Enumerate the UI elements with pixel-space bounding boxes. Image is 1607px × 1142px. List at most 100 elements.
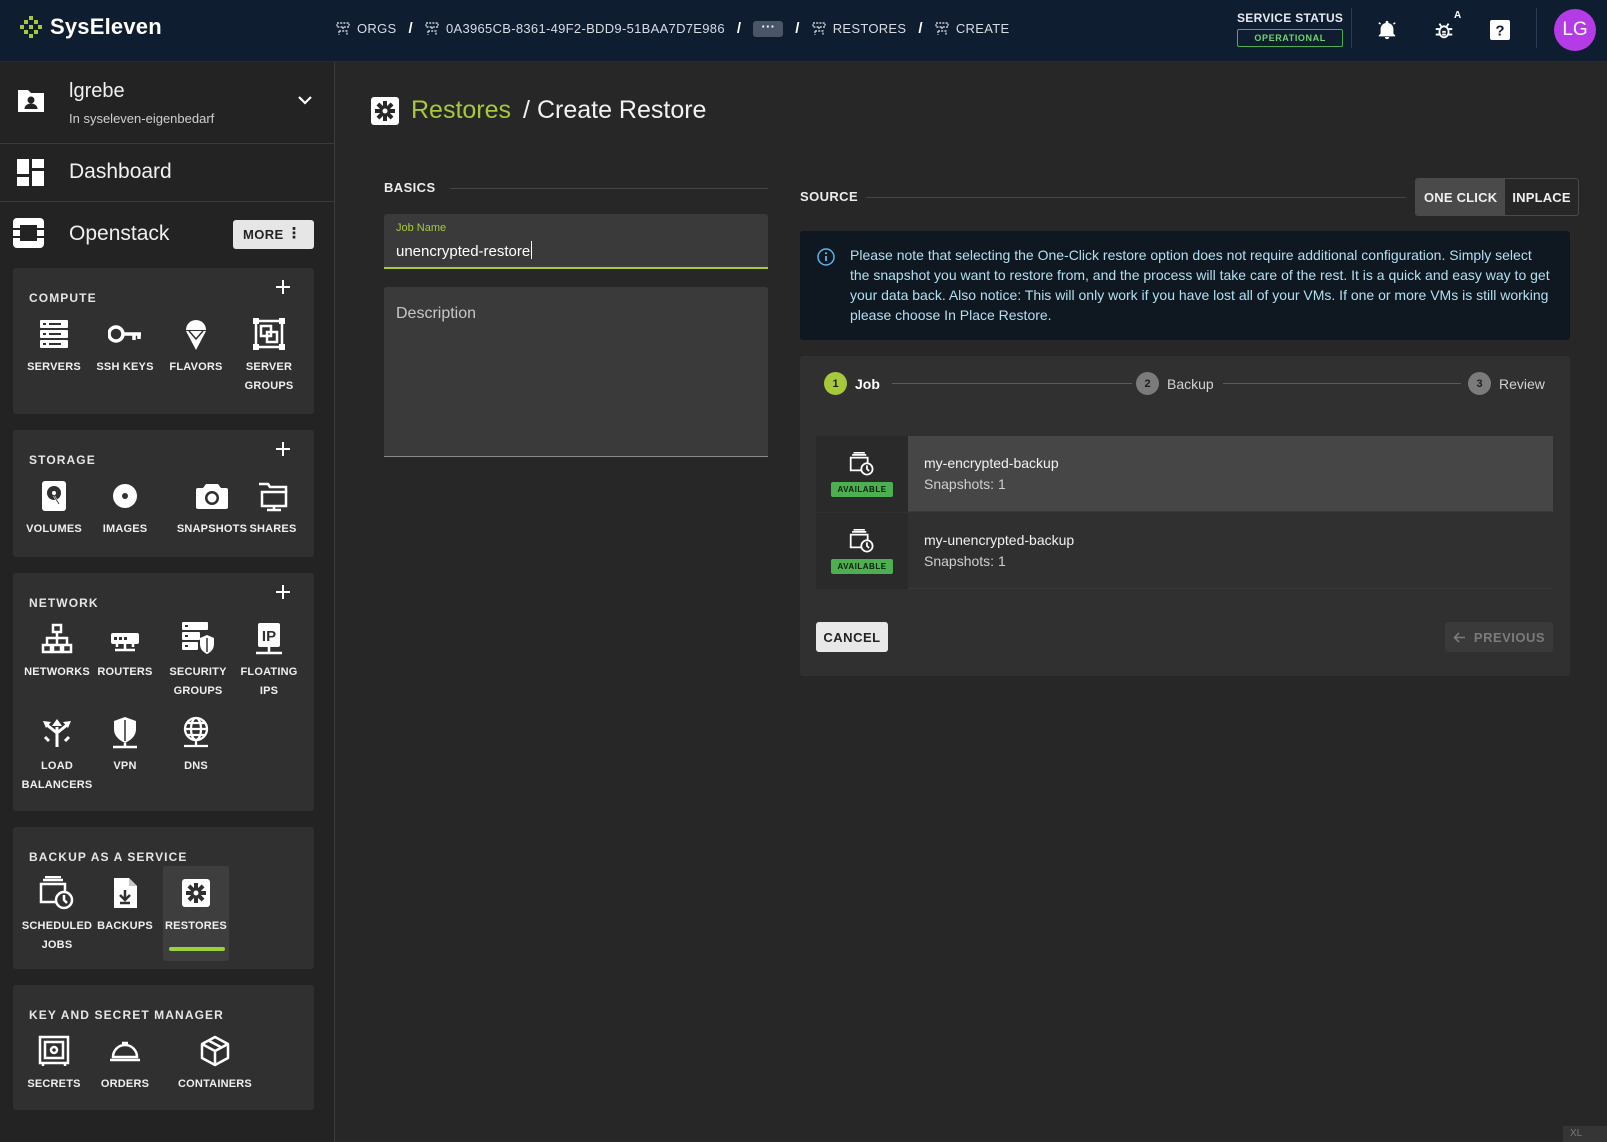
sidebar-item-scheduled-jobs[interactable]: SCHEDULED JOBS — [21, 875, 93, 955]
shares-icon — [259, 482, 288, 512]
bug-icon — [1435, 23, 1453, 39]
info-notice: Please note that selecting the One-Click… — [800, 231, 1570, 340]
notifications-button[interactable] — [1373, 16, 1401, 44]
user-avatar[interactable]: LG — [1554, 9, 1596, 51]
previous-button[interactable]: PREVIOUS — [1445, 622, 1553, 652]
help-icon: ? — [1490, 20, 1510, 40]
globe-icon — [183, 716, 209, 748]
section-title: COMPUTE — [29, 291, 97, 305]
sidebar-item-load-balancers[interactable]: LOAD BALANCERS — [21, 715, 93, 795]
dashboard-icon — [17, 159, 44, 186]
sidebar-item-containers[interactable]: CONTAINERS — [173, 1033, 257, 1094]
more-vert-icon: ⋮ — [286, 225, 302, 242]
scheduled-jobs-icon — [849, 451, 874, 475]
sidebar-item-snapshots[interactable]: SNAPSHOTS — [176, 478, 248, 539]
gear-icon — [371, 96, 399, 125]
section-title: STORAGE — [29, 453, 96, 467]
bug-badge: A — [1454, 10, 1462, 21]
status-badge: AVAILABLE — [831, 481, 893, 497]
arrow-left-icon — [1453, 631, 1465, 643]
security-groups-icon — [182, 622, 214, 654]
job-name-field[interactable]: Job Name unencrypted-restore — [384, 214, 768, 269]
breadcrumb-org-id[interactable]: 0A3965CB-8361-49F2-BDD9-51BAA7D7E986 — [425, 21, 725, 36]
help-button[interactable]: ? — [1486, 16, 1514, 44]
sidebar-item-shares[interactable]: SHARES — [243, 478, 303, 539]
info-icon — [817, 248, 835, 266]
cancel-button[interactable]: CANCEL — [816, 622, 888, 652]
sidebar-item-routers[interactable]: ROUTERS — [89, 621, 161, 682]
backup-row[interactable]: AVAILABLE my-unencrypted-backup Snapshot… — [816, 513, 1553, 589]
sidebar-item-secrets[interactable]: SECRETS — [18, 1033, 90, 1094]
sidebar-item-servers[interactable]: SERVERS — [18, 316, 90, 377]
svg-text:?: ? — [1495, 23, 1504, 40]
source-toggle: ONE CLICK INPLACE — [1415, 178, 1579, 216]
page-title: Restores / Create Restore — [371, 96, 706, 125]
restore-stepper: 1 Job 2 Backup 3 Review AVAILABLE my-enc… — [800, 356, 1570, 676]
description-field[interactable]: Description — [384, 287, 768, 457]
folder-account-icon — [18, 90, 44, 112]
sidebar-item-server-groups[interactable]: SERVER GROUPS — [233, 316, 305, 396]
sidebar-item-images[interactable]: IMAGES — [89, 478, 161, 539]
gear-icon — [182, 879, 210, 907]
dashboard-label: Dashboard — [69, 160, 172, 183]
top-bar: SysEleven ORGS / 0A3965CB-8361-49F2-BDD9… — [0, 0, 1607, 62]
source-heading: SOURCE — [800, 189, 859, 204]
section-title: KEY AND SECRET MANAGER — [29, 1008, 224, 1022]
safe-icon — [38, 1035, 70, 1066]
sidebar-item-ssh-keys[interactable]: SSH KEYS — [89, 316, 161, 377]
floating-ip-icon: IP — [256, 623, 282, 655]
camera-icon — [196, 484, 228, 509]
scheduled-jobs-icon — [849, 528, 874, 552]
ice-cream-icon — [186, 320, 206, 350]
load-balancer-icon — [43, 719, 71, 747]
backup-download-icon — [114, 878, 137, 908]
plus-icon[interactable] — [276, 585, 290, 599]
server-groups-icon — [253, 318, 285, 350]
sidebar-item-vpn[interactable]: VPN — [89, 715, 161, 776]
step-job: 1 Job — [824, 372, 880, 395]
backup-snapshots: Snapshots: 1 — [924, 476, 1006, 492]
section-storage: STORAGE VOLUMES IMAGES SNAPSHOTS SHARES — [13, 430, 314, 557]
sidebar-item-flavors[interactable]: FLAVORS — [160, 316, 232, 377]
logo[interactable]: SysEleven — [20, 14, 162, 40]
svg-text:IP: IP — [262, 628, 276, 645]
active-indicator — [169, 947, 225, 951]
toggle-inplace[interactable]: INPLACE — [1505, 179, 1577, 215]
router-icon — [111, 633, 139, 652]
plus-icon[interactable] — [276, 442, 290, 456]
section-title: BACKUP AS A SERVICE — [29, 850, 188, 864]
breadcrumb-create: CREATE — [935, 21, 1010, 36]
basics-heading: BASICS — [384, 180, 436, 195]
key-icon — [108, 325, 141, 343]
sidebar-item-floating-ips[interactable]: IP FLOATING IPS — [233, 621, 305, 701]
section-key-secret-manager: KEY AND SECRET MANAGER SECRETS ORDERS CO… — [13, 985, 314, 1110]
network-icon — [41, 623, 73, 654]
breadcrumb-orgs[interactable]: ORGS — [336, 21, 396, 36]
volume-icon — [42, 481, 66, 511]
plus-icon[interactable] — [276, 280, 290, 294]
tree-icon — [425, 21, 439, 35]
sidebar-item-dashboard[interactable]: Dashboard — [0, 144, 335, 202]
service-status[interactable]: SERVICE STATUS OPERATIONAL — [1237, 11, 1344, 47]
breadcrumb-more-button[interactable]: ··· — [753, 20, 784, 37]
sidebar-item-orders[interactable]: ORDERS — [89, 1033, 161, 1094]
org-subtitle: In syseleven-eigenbedarf — [69, 111, 215, 126]
section-network: NETWORK NETWORKS ROUTERS SECURITY GROUPS… — [13, 573, 314, 811]
sidebar-item-volumes[interactable]: VOLUMES — [18, 478, 90, 539]
sidebar-item-backups[interactable]: BACKUPS — [89, 875, 161, 936]
section-compute: COMPUTE SERVERS SSH KEYS FLAVORS SERVER … — [13, 268, 314, 414]
step-backup: 2 Backup — [1136, 372, 1214, 395]
bug-report-button[interactable]: A — [1430, 10, 1461, 44]
more-button[interactable]: MORE ⋮ — [233, 220, 314, 249]
toggle-one-click[interactable]: ONE CLICK — [1416, 179, 1506, 215]
breadcrumb-restores[interactable]: RESTORES — [811, 21, 907, 36]
backup-row[interactable]: AVAILABLE my-encrypted-backup Snapshots:… — [816, 436, 1553, 512]
sidebar-item-dns[interactable]: DNS — [160, 715, 232, 776]
sidebar-item-restores[interactable]: RESTORES — [163, 866, 229, 961]
page-title-link[interactable]: Restores — [411, 96, 511, 125]
service-bell-icon — [110, 1041, 140, 1062]
sidebar-item-security-groups[interactable]: SECURITY GROUPS — [160, 621, 236, 701]
tree-icon — [336, 21, 350, 35]
sidebar-item-networks[interactable]: NETWORKS — [21, 621, 93, 682]
org-switcher[interactable]: lgrebe In syseleven-eigenbedarf — [0, 62, 335, 144]
